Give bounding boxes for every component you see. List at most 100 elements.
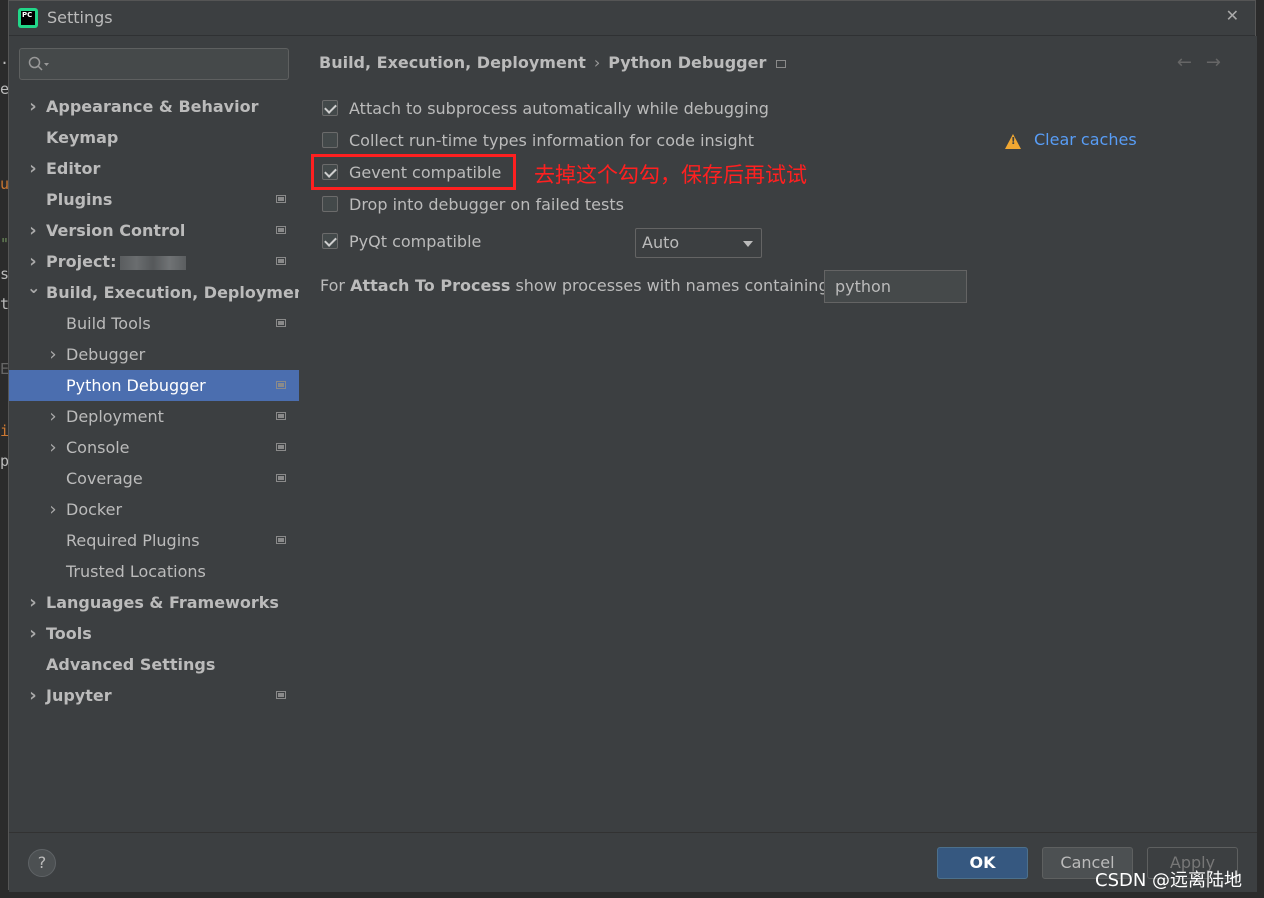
project-scope-icon — [276, 474, 286, 482]
project-scope-icon — [776, 59, 787, 68]
sidebar-item[interactable]: › Project: — [9, 246, 299, 277]
annotation-text: 去掉这个勾勾，保存后再试试 — [534, 163, 807, 187]
sidebar-item-label: Build Tools — [66, 314, 151, 333]
attach-subprocess-label: Attach to subprocess automatically while… — [349, 99, 769, 118]
process-name-filter-input[interactable]: python — [824, 270, 967, 303]
chevron-right-icon[interactable]: › — [27, 680, 39, 711]
sidebar-item-label: Console — [66, 438, 130, 457]
sidebar-item-label: Trusted Locations — [66, 562, 206, 581]
project-scope-icon — [276, 691, 286, 699]
sidebar-item[interactable]: Coverage — [9, 463, 299, 494]
sidebar-item-label: Debugger — [66, 345, 146, 364]
pyqt-mode-value: Auto — [642, 233, 680, 252]
background-editor-strip: . e u " s t E i p — [0, 30, 9, 898]
collect-types-label: Collect run-time types information for c… — [349, 131, 755, 150]
sidebar-item[interactable]: › Deployment — [9, 401, 299, 432]
sidebar-item-label: Jupyter — [46, 686, 112, 705]
sidebar-item-label: Editor — [46, 159, 101, 178]
drop-into-debugger-label: Drop into debugger on failed tests — [349, 195, 624, 214]
sidebar-item[interactable]: › Tools — [9, 618, 299, 649]
sidebar-item[interactable]: ⌄ Build, Execution, Deployment — [9, 277, 313, 308]
sidebar-item-label: Deployment — [66, 407, 164, 426]
sidebar-item-label: Appearance & Behavior — [46, 97, 259, 116]
help-button[interactable]: ? — [28, 849, 56, 877]
project-scope-icon — [276, 443, 286, 451]
sidebar-item[interactable]: › Debugger — [9, 339, 299, 370]
attach-to-process-label: For Attach To Process show processes wit… — [320, 276, 834, 295]
sidebar-item[interactable]: › Docker — [9, 494, 299, 525]
settings-content: Build, Execution, Deployment › Python Debu… — [299, 36, 1257, 832]
sidebar-item-label: Project: — [46, 246, 187, 277]
dialog-footer: ? OK Cancel Apply — [9, 832, 1257, 892]
clear-caches-link[interactable]: Clear caches — [1034, 130, 1137, 149]
sidebar-item-label: Required Plugins — [66, 531, 200, 550]
forward-arrow-icon[interactable]: → — [1206, 52, 1235, 73]
sidebar-item-label: Plugins — [46, 190, 113, 209]
sidebar-item[interactable]: › Console — [9, 432, 299, 463]
pyqt-checkbox[interactable] — [322, 233, 338, 249]
sidebar-item-label: Build, Execution, Deployment — [46, 283, 313, 302]
project-scope-icon — [276, 536, 286, 544]
chevron-down-icon[interactable]: ⌄ — [27, 277, 40, 308]
sidebar-item[interactable]: Plugins — [9, 184, 299, 215]
sidebar-item[interactable]: › Appearance & Behavior — [9, 91, 299, 122]
search-icon — [28, 56, 49, 71]
annotation-highlight-box — [311, 154, 516, 190]
sidebar-item[interactable]: › Editor — [9, 153, 299, 184]
breadcrumb: Build, Execution, Deployment › Python Debu… — [319, 53, 787, 72]
window-title: Settings — [47, 8, 113, 27]
chevron-right-icon[interactable]: › — [27, 153, 39, 184]
close-icon[interactable]: ✕ — [1226, 6, 1239, 25]
breadcrumb-current: Python Debugger — [608, 53, 767, 72]
attach-subprocess-checkbox[interactable] — [322, 100, 338, 116]
chevron-right-icon[interactable]: › — [27, 587, 39, 618]
drop-into-debugger-checkbox[interactable] — [322, 196, 338, 212]
chevron-right-icon[interactable]: › — [47, 339, 59, 370]
attach-suffix: show processes with names containing: — [510, 276, 834, 295]
pycharm-icon: PC — [18, 8, 38, 28]
sidebar-item[interactable]: Trusted Locations — [9, 556, 299, 587]
sidebar-item[interactable]: Required Plugins — [9, 525, 299, 556]
history-navigation: ←→ — [1177, 52, 1235, 73]
warning-icon — [1005, 134, 1021, 149]
sidebar-item[interactable]: › Jupyter — [9, 680, 299, 711]
pyqt-label: PyQt compatible — [349, 232, 482, 251]
project-scope-icon — [276, 195, 286, 203]
settings-dialog: PC Settings ✕ › Appearance & Behavior Keym… — [8, 0, 1257, 892]
project-scope-icon — [276, 319, 286, 327]
chevron-right-icon[interactable]: › — [47, 432, 59, 463]
attach-prefix: For — [320, 276, 351, 295]
csdn-watermark: CSDN @远离陆地 — [1095, 870, 1243, 891]
title-bar: PC Settings ✕ — [9, 1, 1255, 36]
project-scope-icon — [276, 412, 286, 420]
dropdown-arrow-icon — [743, 241, 753, 247]
sidebar-item[interactable]: Python Debugger — [9, 370, 299, 401]
project-scope-icon — [276, 257, 286, 265]
settings-sidebar: › Appearance & Behavior Keymap › Editor Plugi… — [9, 36, 313, 832]
chevron-right-icon[interactable]: › — [27, 215, 39, 246]
sidebar-item[interactable]: › Languages & Frameworks — [9, 587, 299, 618]
chevron-right-icon[interactable]: › — [27, 91, 39, 122]
chevron-right-icon[interactable]: › — [27, 246, 39, 277]
back-arrow-icon[interactable]: ← — [1177, 52, 1206, 73]
sidebar-item[interactable]: Advanced Settings — [9, 649, 299, 680]
breadcrumb-parent[interactable]: Build, Execution, Deployment — [319, 53, 586, 72]
sidebar-item-label: Coverage — [66, 469, 143, 488]
sidebar-item-label: Version Control — [46, 221, 186, 240]
project-scope-icon — [276, 226, 286, 234]
chevron-right-icon[interactable]: › — [47, 401, 59, 432]
pyqt-mode-select[interactable]: Auto — [635, 228, 762, 258]
attach-bold: Attach To Process — [350, 276, 511, 295]
chevron-right-icon[interactable]: › — [47, 494, 59, 525]
search-input[interactable] — [19, 48, 289, 80]
sidebar-item-label: Languages & Frameworks — [46, 593, 279, 612]
chevron-right-icon[interactable]: › — [27, 618, 39, 649]
collect-types-checkbox[interactable] — [322, 132, 338, 148]
sidebar-item[interactable]: › Version Control — [9, 215, 299, 246]
ok-button[interactable]: OK — [937, 847, 1028, 879]
sidebar-item-label: Keymap — [46, 128, 119, 147]
redacted-project-name — [120, 255, 187, 270]
sidebar-item[interactable]: Keymap — [9, 122, 299, 153]
project-scope-icon — [276, 381, 286, 389]
sidebar-item[interactable]: Build Tools — [9, 308, 299, 339]
